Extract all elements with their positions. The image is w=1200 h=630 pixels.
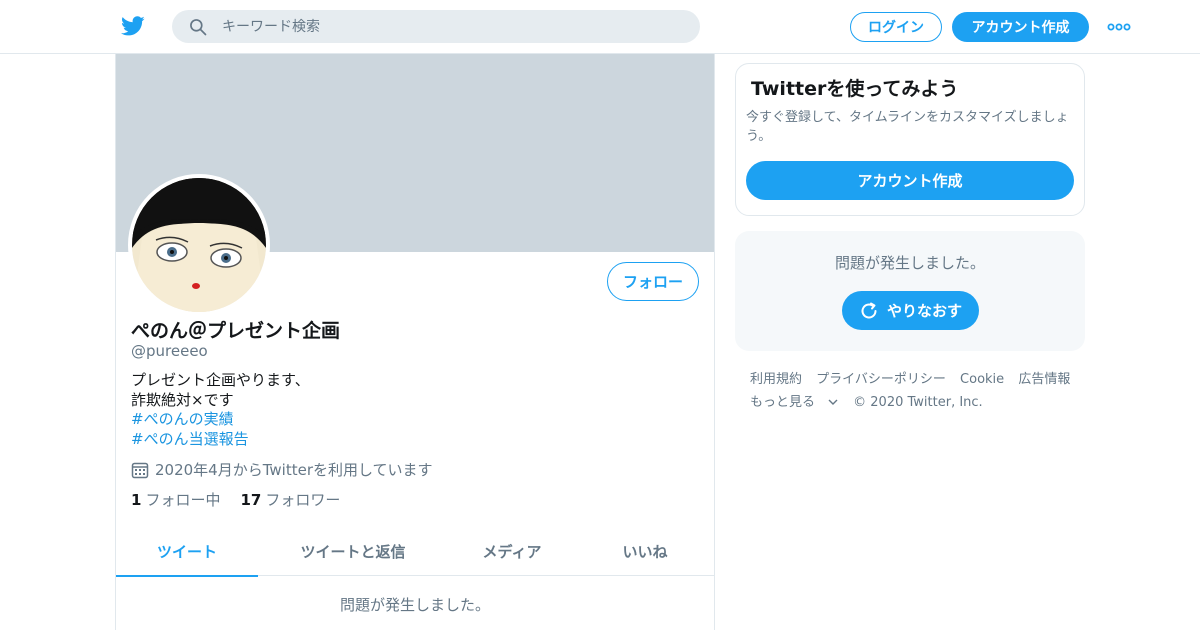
tab-media[interactable]: メディア [448, 526, 576, 576]
following-stat[interactable]: 1 フォロー中 [131, 489, 220, 510]
bio: プレゼント企画やります、 詐欺絶対×です #ぺのんの実績 #ぺのん当選報告 [131, 371, 310, 449]
signup-card-title: Twitterを使ってみよう [751, 78, 959, 100]
followers-count: 17 [240, 491, 262, 509]
join-date-text: 2020年4月からTwitterを利用しています [155, 461, 433, 479]
bio-line: 詐欺絶対×です [131, 390, 234, 409]
search-icon [190, 19, 207, 36]
tab-tweets-and-replies[interactable]: ツイートと返信 [258, 526, 448, 576]
follow-stats: 1 フォロー中 17 フォロワー [131, 489, 360, 510]
refresh-icon [861, 302, 877, 318]
footer-more-link[interactable]: もっと見る [750, 395, 839, 410]
bio-line: プレゼント企画やります、 [131, 371, 310, 389]
profile-column: フォロー ぺのん＠プレゼント企画 @pureeeo プレゼント企画やります、 詐… [115, 54, 715, 630]
handle: @pureeeo [131, 342, 208, 360]
twitter-bird-icon[interactable] [120, 14, 146, 38]
retry-label: やりなおす [886, 302, 962, 320]
top-navigation-bar: ログイン アカウント作成 [0, 0, 1200, 54]
chevron-down-icon [828, 399, 838, 405]
footer-link-cookie[interactable]: Cookie [960, 372, 1004, 387]
avatar-image [132, 178, 266, 312]
following-count: 1 [131, 491, 142, 509]
copyright: © 2020 Twitter, Inc. [853, 395, 983, 410]
retry-button[interactable]: やりなおす [842, 291, 979, 330]
followers-stat[interactable]: 17 フォロワー [240, 489, 340, 510]
sidebar-error-card: 問題が発生しました。 やりなおす [735, 231, 1085, 351]
login-button[interactable]: ログイン [850, 12, 942, 42]
more-dots-icon[interactable] [1107, 20, 1131, 34]
footer-link-privacy[interactable]: プライバシーポリシー [816, 372, 946, 387]
followers-label: フォロワー [265, 491, 341, 509]
signup-button[interactable]: アカウント作成 [952, 12, 1089, 42]
search-box [172, 10, 700, 43]
hashtag-link[interactable]: #ぺのん当選報告 [131, 430, 310, 450]
timeline-error-text: 問題が発生しました。 [339, 596, 490, 614]
tab-tweets[interactable]: ツイート [116, 526, 258, 577]
signup-card: Twitterを使ってみよう 今すぐ登録して、タイムラインをカスタマイズしましょ… [735, 63, 1085, 216]
tab-likes[interactable]: いいね [576, 526, 714, 576]
signup-card-button[interactable]: アカウント作成 [746, 161, 1074, 200]
follow-button[interactable]: フォロー [607, 262, 699, 301]
footer-links: 利用規約 プライバシーポリシー Cookie 広告情報 もっと見る © 2020… [735, 368, 1085, 414]
calendar-icon [131, 462, 149, 478]
footer-more-label: もっと見る [750, 395, 816, 410]
hashtag-link[interactable]: #ぺのんの実績 [131, 410, 310, 430]
footer-link-ads[interactable]: 広告情報 [1018, 372, 1070, 387]
sidebar-error-text: 問題が発生しました。 [834, 254, 985, 272]
footer-link-terms[interactable]: 利用規約 [750, 372, 802, 387]
display-name: ぺのん＠プレゼント企画 [131, 320, 341, 342]
avatar[interactable] [128, 174, 270, 316]
join-date: 2020年4月からTwitterを利用しています [131, 459, 433, 480]
profile-tabs: ツイート ツイートと返信 メディア いいね [116, 526, 714, 577]
signup-card-text: 今すぐ登録して、タイムラインをカスタマイズしましょう。 [746, 110, 1069, 144]
search-input[interactable] [222, 10, 682, 43]
following-label: フォロー中 [145, 491, 221, 509]
